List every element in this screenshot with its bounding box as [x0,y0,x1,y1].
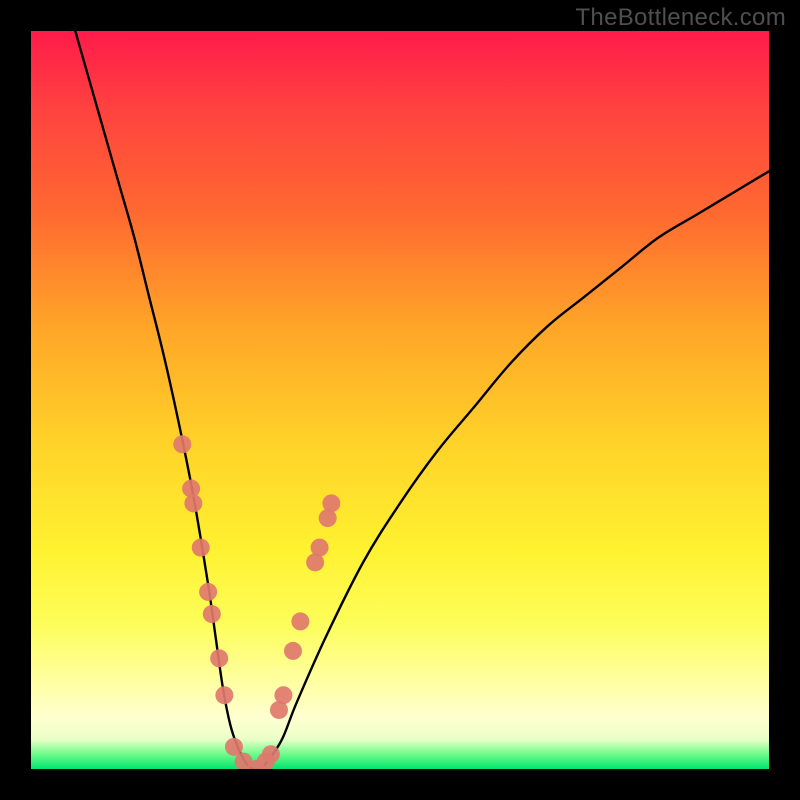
highlight-point [210,649,228,667]
highlight-point [262,745,280,763]
highlight-point [291,612,309,630]
plot-area [31,31,769,769]
highlight-point [215,686,233,704]
highlight-point [192,539,210,557]
bottleneck-curve [75,31,769,769]
chart-svg [31,31,769,769]
highlight-point [284,642,302,660]
highlight-point [311,539,329,557]
highlight-point [184,494,202,512]
highlight-point [322,494,340,512]
highlight-point [203,605,221,623]
watermark-text: TheBottleneck.com [575,4,786,32]
chart-frame: TheBottleneck.com [0,0,800,800]
highlight-point [173,435,191,453]
highlight-point [199,583,217,601]
highlight-point [225,738,243,756]
highlight-point [274,686,292,704]
highlight-points [173,435,340,769]
